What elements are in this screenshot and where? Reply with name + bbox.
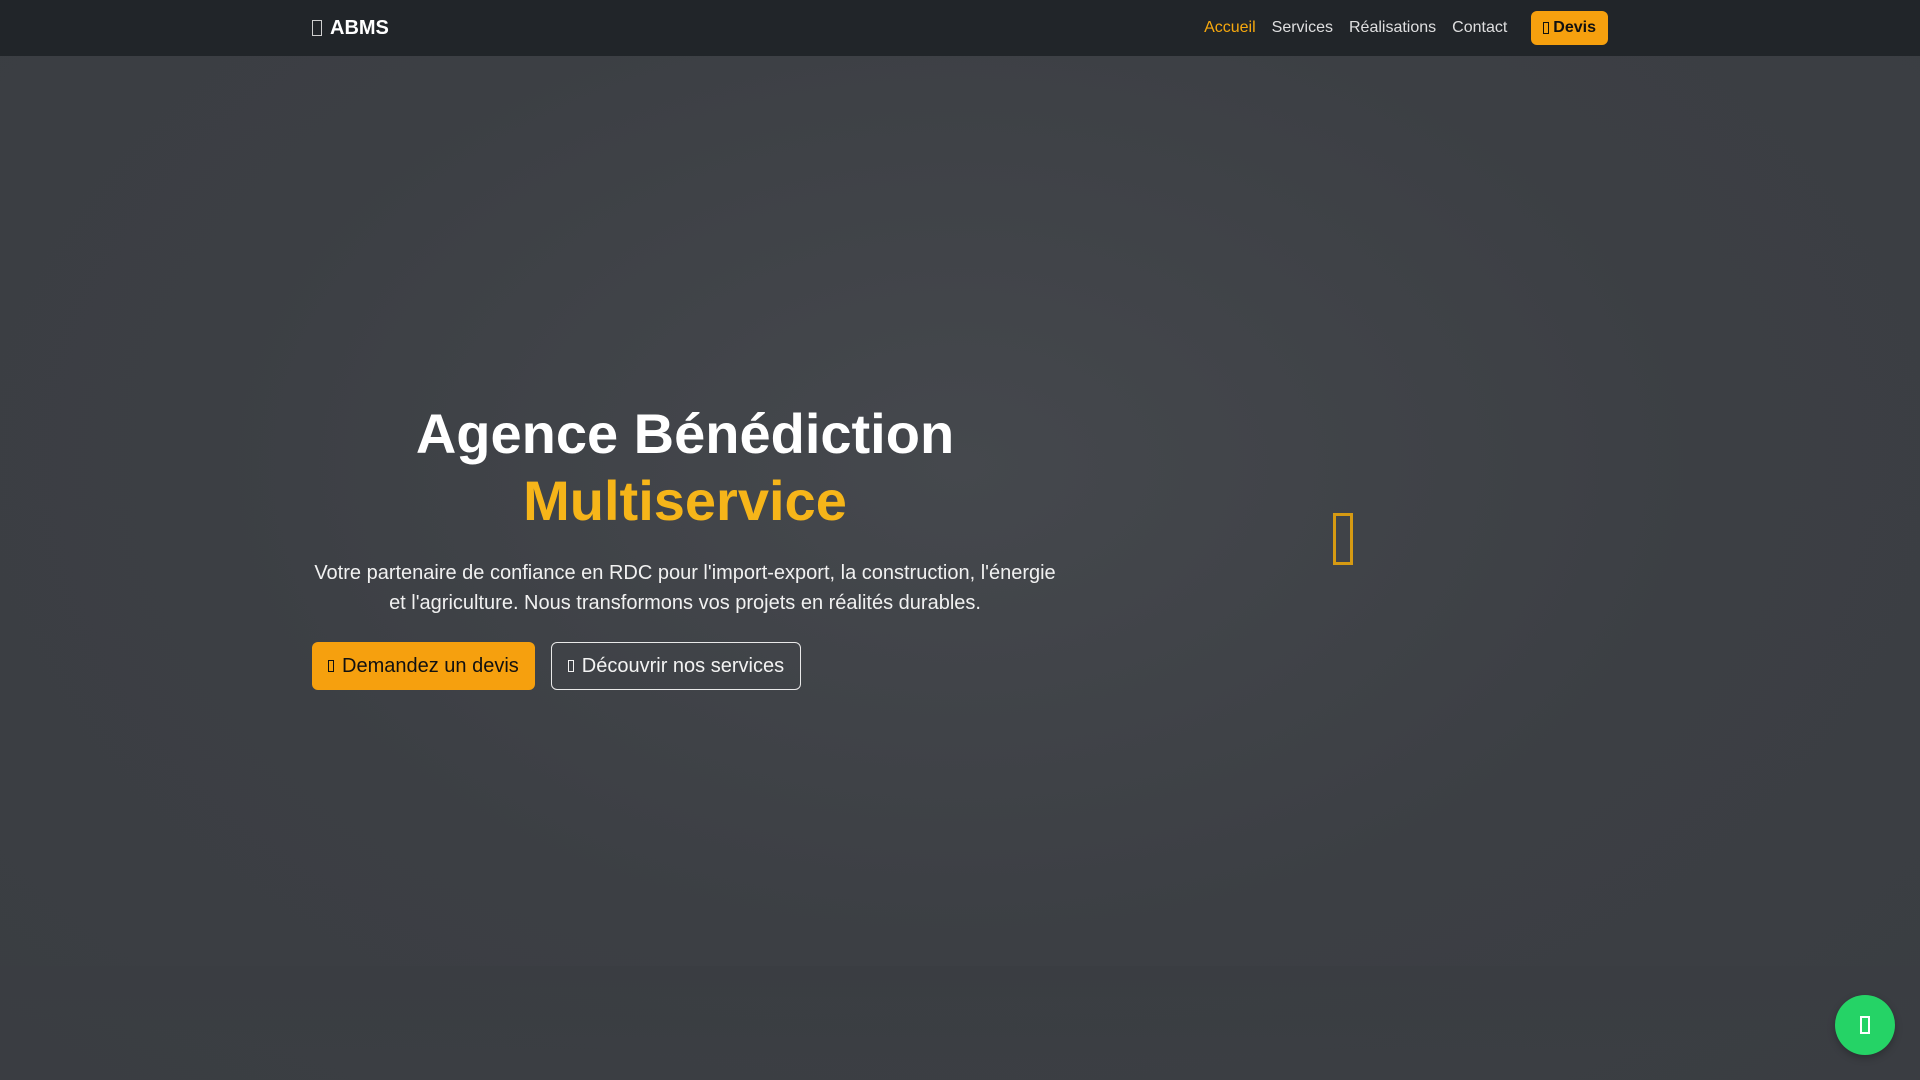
hero-title-line2: Multiservice: [523, 469, 847, 532]
hero-title-line1: Agence Bénédiction: [415, 402, 955, 465]
hero-title: Agence Bénédiction Multiservice: [312, 400, 1058, 534]
large-symbol-icon: [1333, 513, 1353, 565]
brand-logo[interactable]: ABMS: [312, 0, 389, 56]
nav-links: Accueil Services Réalisations Contact De…: [1188, 0, 1608, 56]
hero-bottom-fade: [0, 966, 1920, 1080]
brand-name: ABMS: [330, 16, 389, 39]
whatsapp-icon: [1860, 1016, 1870, 1034]
hero-lead: Votre partenaire de confiance en RDC pou…: [314, 562, 1056, 614]
hero-content: Agence Bénédiction Multiservice Votre pa…: [312, 400, 1058, 690]
nav-link-realisations[interactable]: Réalisations: [1349, 19, 1436, 37]
discover-services-label: Découvrir nos services: [581, 654, 785, 677]
whatsapp-button[interactable]: [1835, 995, 1895, 1055]
request-quote-label: Demandez un devis: [342, 654, 519, 677]
discover-services-button[interactable]: Découvrir nos services: [550, 642, 802, 690]
nav-link-services[interactable]: Services: [1272, 19, 1333, 37]
hero-section: Agence Bénédiction Multiservice Votre pa…: [0, 56, 1920, 1080]
arrow-down-icon: [567, 660, 574, 672]
file-icon: [1543, 22, 1550, 34]
devis-button[interactable]: Devis: [1531, 11, 1608, 45]
navbar: ABMS Accueil Services Réalisations Conta…: [0, 0, 1920, 56]
request-quote-button[interactable]: Demandez un devis: [312, 642, 535, 690]
nav-link-contact[interactable]: Contact: [1452, 19, 1507, 37]
building-icon: [312, 20, 322, 36]
hero-actions: Demandez un devis Découvrir nos services: [312, 642, 1058, 690]
devis-button-label: Devis: [1553, 19, 1596, 36]
nav-link-accueil[interactable]: Accueil: [1204, 19, 1256, 37]
send-icon: [328, 660, 334, 672]
